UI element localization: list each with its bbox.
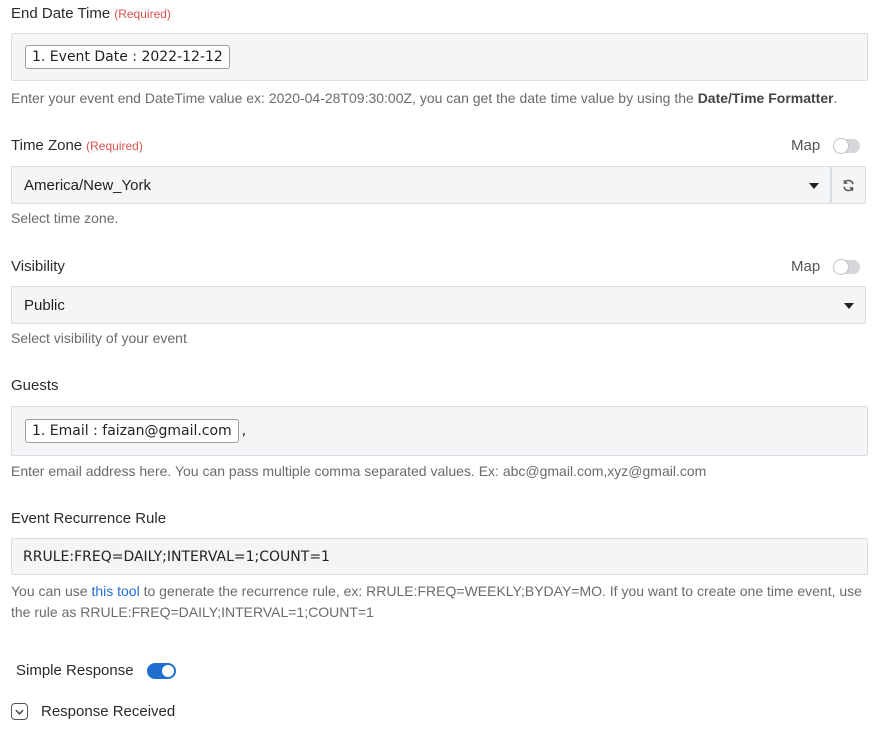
simple-response-toggle[interactable] — [147, 663, 176, 679]
time-zone-map-toggle-group: Map — [791, 137, 861, 154]
caret-down-icon — [844, 303, 854, 309]
refresh-button[interactable] — [831, 166, 866, 204]
map-label: Map — [791, 137, 821, 154]
caret-down-icon — [809, 183, 819, 189]
time-zone-help: Select time zone. — [11, 210, 119, 226]
guests-field[interactable]: 1. Email : faizan@gmail.com, — [11, 406, 868, 456]
end-date-time-label: End Date Time (Required) — [11, 5, 171, 22]
time-zone-value: America/New_York — [24, 177, 151, 194]
recurrence-label: Event Recurrence Rule — [11, 510, 167, 527]
response-received-label: Response Received — [41, 703, 176, 720]
this-tool-link[interactable]: this tool — [91, 583, 139, 599]
chevron-down-icon — [15, 709, 24, 715]
map-label: Map — [791, 258, 821, 275]
time-zone-select[interactable]: America/New_York — [11, 166, 831, 204]
recurrence-input[interactable]: RRULE:FREQ=DAILY;INTERVAL=1;COUNT=1 — [11, 538, 868, 575]
end-date-time-field[interactable]: 1. Event Date : 2022-12-12 — [11, 33, 868, 81]
required-marker: (Required) — [86, 139, 143, 153]
refresh-icon — [843, 179, 854, 191]
guests-label: Guests — [11, 377, 59, 394]
end-date-time-label-text: End Date Time — [11, 5, 111, 22]
recurrence-help: You can use this tool to generate the re… — [11, 581, 871, 623]
date-time-formatter-text: Date/Time Formatter — [697, 90, 834, 106]
visibility-map-toggle-group: Map — [791, 258, 861, 275]
time-zone-label-text: Time Zone — [11, 137, 83, 154]
time-zone-label: Time Zone (Required) — [11, 137, 143, 154]
visibility-label: Visibility — [11, 258, 65, 275]
end-date-time-help-suffix: . — [833, 90, 838, 106]
simple-response-label: Simple Response — [16, 662, 134, 679]
response-received-expand-button[interactable] — [11, 703, 28, 720]
guests-help: Enter email address here. You can pass m… — [11, 463, 707, 479]
visibility-value: Public — [24, 297, 65, 314]
recurrence-help-prefix: You can use — [11, 583, 92, 599]
email-chip[interactable]: 1. Email : faizan@gmail.com — [25, 419, 239, 443]
end-date-time-help-text: Enter your event end DateTime value ex: … — [11, 90, 698, 106]
event-date-chip[interactable]: 1. Event Date : 2022-12-12 — [25, 45, 230, 69]
visibility-map-toggle[interactable] — [833, 258, 861, 275]
time-zone-map-toggle[interactable] — [833, 137, 861, 154]
visibility-help: Select visibility of your event — [11, 330, 187, 346]
end-date-time-help: Enter your event end DateTime value ex: … — [11, 88, 837, 109]
guests-separator: , — [241, 423, 247, 439]
visibility-select[interactable]: Public — [11, 286, 866, 324]
recurrence-value: RRULE:FREQ=DAILY;INTERVAL=1;COUNT=1 — [23, 549, 330, 565]
required-marker: (Required) — [114, 7, 171, 21]
